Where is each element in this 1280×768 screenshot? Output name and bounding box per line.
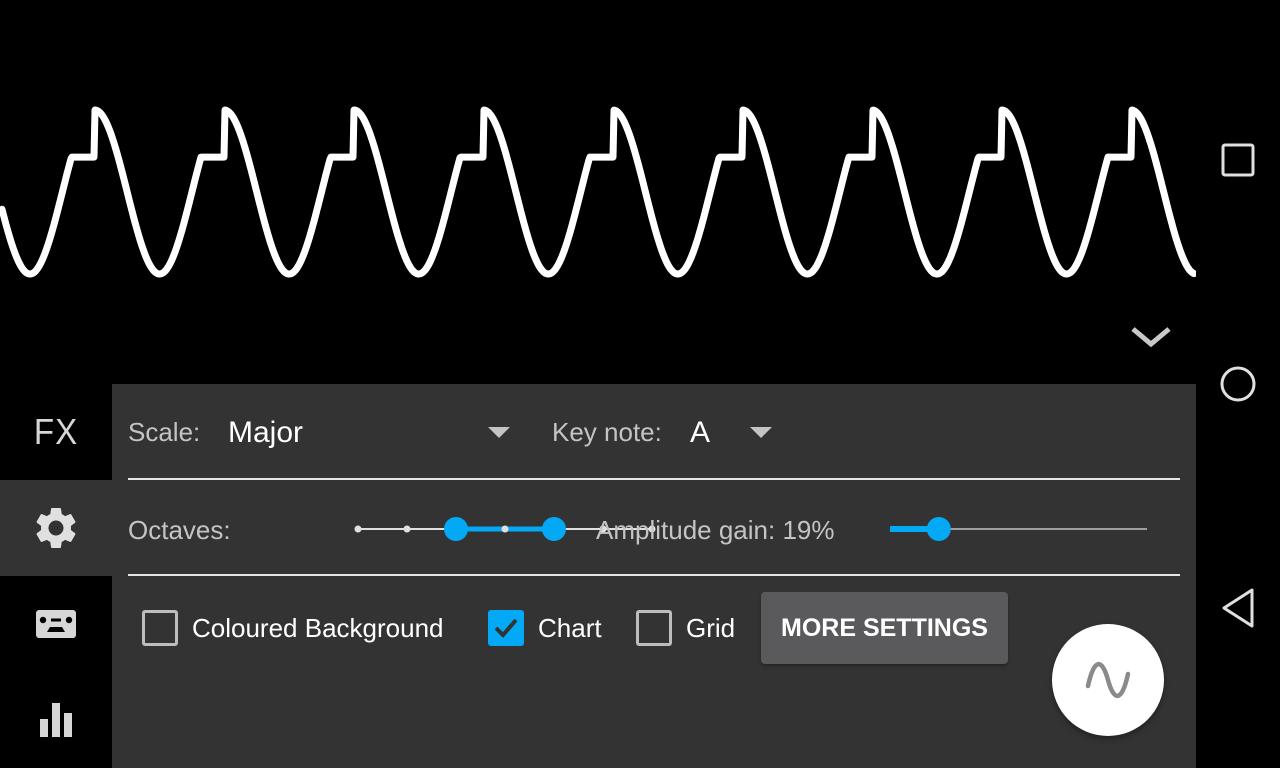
octaves-label: Octaves: [128,515,231,545]
triangle-back-icon [1222,588,1254,628]
key-note-label: Key note: [552,417,662,447]
recents-button[interactable] [1214,136,1262,184]
home-button[interactable] [1214,360,1262,408]
gear-icon [36,508,76,548]
settings-panel: Scale: Major Key note: A Octaves: Amplit… [112,384,1196,768]
bar-chart-icon [40,703,72,737]
chart-label: Chart [538,612,602,643]
sine-wave-icon [1085,662,1131,698]
coloured-background-checkbox[interactable]: Coloured Background [142,610,444,646]
checkbox-box [636,610,672,646]
scale-value: Major [228,416,304,449]
cassette-icon [36,610,76,638]
dropdown-arrow-icon [488,427,510,438]
slider-tick [354,525,362,533]
grid-checkbox[interactable]: Grid [636,610,735,646]
scale-row: Scale: Major Key note: A [128,384,1180,480]
coloured-background-label: Coloured Background [192,612,444,643]
rail-item-spectrum[interactable] [0,672,112,768]
grid-label: Grid [686,612,736,643]
amplitude-gain-label: Amplitude gain: 19% [596,515,835,545]
fx-label: FX [33,411,79,452]
rail-item-settings[interactable] [0,480,112,576]
chart-checkbox[interactable]: Chart [488,610,602,646]
checkmark-icon [494,618,518,638]
dropdown-arrow-icon [750,427,772,438]
system-nav-bar [1196,0,1280,768]
circle-icon [1220,366,1256,402]
key-note-value: A [690,416,711,449]
more-settings-button[interactable]: MORE SETTINGS [761,592,1008,664]
amplitude-gain-slider[interactable] [890,514,1152,544]
square-icon [1221,143,1255,177]
rail-item-fx[interactable]: FX [0,384,112,480]
scale-label: Scale: [128,417,201,447]
waveform-display [0,106,1196,278]
key-note-dropdown[interactable]: A [690,408,790,458]
slider-tick [501,525,509,533]
checkbox-box [142,610,178,646]
waveform-line [0,106,1196,278]
rail-item-recordings[interactable] [0,576,112,672]
side-rail: FX [0,384,112,768]
app-root: FX Scale: Major Key note: A Octaves: Amp… [0,0,1280,768]
collapse-panel-button[interactable] [1128,322,1174,352]
waveform-fab-button[interactable] [1052,624,1164,736]
slider-thumb-start[interactable] [444,517,468,541]
slider-tick [403,525,411,533]
scale-dropdown[interactable]: Major [228,408,518,458]
chevron-down-icon [1131,327,1171,348]
slider-thumb-end[interactable] [542,517,566,541]
slider-thumb[interactable] [926,517,951,541]
checkbox-box [488,610,524,646]
back-button[interactable] [1214,584,1262,632]
